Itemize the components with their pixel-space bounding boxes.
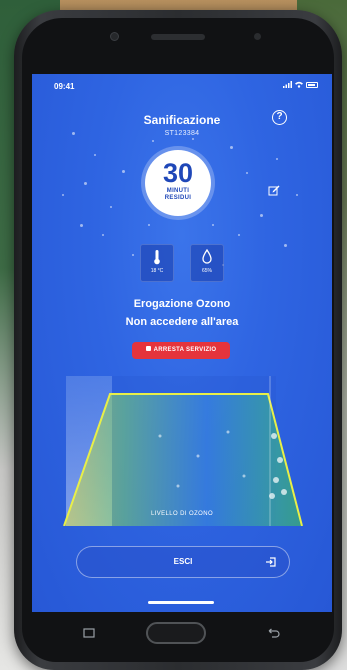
sparkle xyxy=(276,158,278,160)
proximity-sensor xyxy=(254,33,261,40)
sparkle xyxy=(80,224,83,227)
sparkle xyxy=(238,234,240,236)
status-time: 09:41 xyxy=(54,82,75,91)
home-indicator[interactable] xyxy=(148,601,214,604)
sparkle xyxy=(212,224,214,226)
sparkle xyxy=(94,154,96,156)
edit-icon[interactable] xyxy=(268,184,280,196)
app-screen: 09:41 Sanificazione ST123384 ? 30 MINUTI… xyxy=(32,74,332,612)
ozone-level-caption: LIVELLO DI OZONO xyxy=(150,511,214,517)
humidity-tile: 65% xyxy=(190,244,224,282)
ozone-gauge xyxy=(63,376,303,526)
timer-unit: MINUTI xyxy=(166,188,190,194)
wifi-icon xyxy=(295,81,303,88)
sparkle xyxy=(192,138,194,140)
temperature-value: 18 °C xyxy=(150,268,164,274)
sparkle xyxy=(246,172,248,174)
sparkle xyxy=(230,146,233,149)
stop-icon xyxy=(145,346,151,351)
exit-label: ESCI xyxy=(173,557,193,566)
exit-button[interactable]: ESCI xyxy=(76,546,290,578)
help-icon[interactable]: ? xyxy=(272,110,287,125)
countdown-timer: 30 MINUTI RESIDUI xyxy=(145,150,211,216)
status-message-line2: Non accedere all'area xyxy=(125,316,239,328)
humidity-value: 65% xyxy=(201,268,212,274)
sparkle xyxy=(260,214,263,217)
sparkle xyxy=(110,206,112,208)
back-icon[interactable] xyxy=(266,628,280,638)
page-title: Sanificazione xyxy=(143,113,221,127)
status-bar: 09:41 xyxy=(32,74,332,96)
sparkle xyxy=(284,244,287,247)
sparkle xyxy=(84,182,87,185)
thermometer-icon xyxy=(154,250,160,265)
battery-icon xyxy=(306,81,318,88)
signal-icon xyxy=(283,81,292,88)
timer-sub: RESIDUI xyxy=(164,195,192,201)
device-id: ST123384 xyxy=(164,130,200,137)
sparkle xyxy=(148,224,150,226)
sparkle xyxy=(296,194,298,196)
sparkle xyxy=(102,234,104,236)
sparkle xyxy=(62,194,64,196)
status-message-line1: Erogazione Ozono xyxy=(133,298,231,310)
temperature-tile: 18 °C xyxy=(140,244,174,282)
status-icons xyxy=(283,81,318,88)
sparkle xyxy=(132,254,134,256)
droplet-icon xyxy=(202,249,212,264)
stop-service-label: ARRESTA SERVIZIO xyxy=(153,347,217,353)
sparkle xyxy=(122,170,125,173)
stop-service-button[interactable]: ARRESTA SERVIZIO xyxy=(132,342,230,359)
sparkle xyxy=(152,140,154,142)
home-button[interactable] xyxy=(146,622,206,644)
earpiece xyxy=(151,34,205,40)
exit-icon xyxy=(266,557,276,567)
recent-apps-icon[interactable] xyxy=(82,628,96,638)
front-camera xyxy=(110,32,119,41)
timer-value: 30 xyxy=(162,158,194,188)
